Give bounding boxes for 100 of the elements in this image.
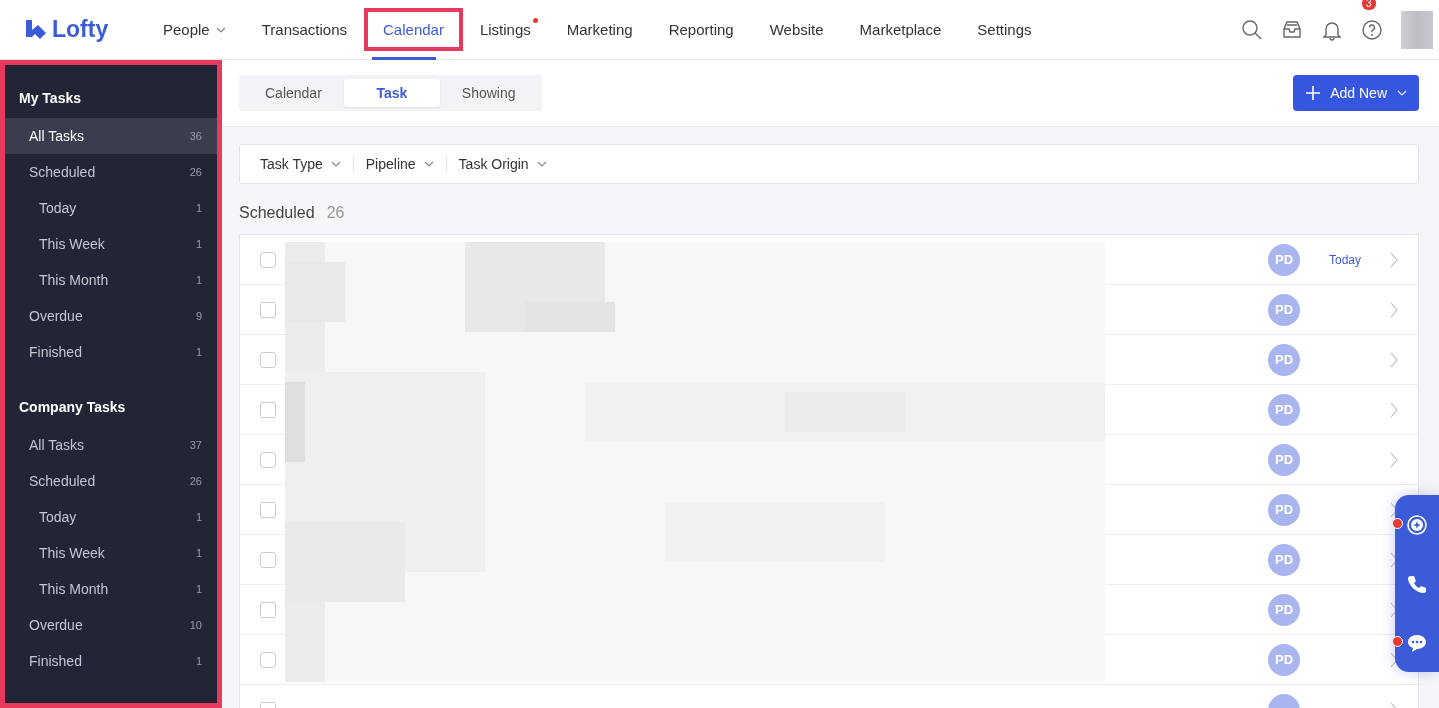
checkbox[interactable]	[260, 651, 276, 668]
notification-dot	[1392, 636, 1403, 647]
sidebar-item[interactable]: Finished 1	[5, 643, 217, 679]
assignee-avatar: PD	[1268, 293, 1300, 326]
section-heading: My Tasks	[18, 89, 82, 108]
item-label: Finished	[29, 653, 82, 669]
sidebar-item[interactable]: All Tasks 37	[5, 427, 217, 463]
item-count: 9	[195, 310, 202, 322]
item-count: 1	[195, 346, 202, 358]
assignee-avatar: PD	[1268, 243, 1300, 276]
view-tab[interactable]: Task	[343, 79, 440, 107]
checkbox[interactable]	[260, 401, 276, 418]
filter-dropdown[interactable]: Task Type	[248, 156, 353, 172]
sidebar-item[interactable]: Overdue 10	[5, 607, 217, 643]
item-count: 1	[195, 238, 202, 250]
sidebar-item[interactable]: This Week 1	[5, 226, 217, 262]
checkbox[interactable]	[260, 551, 276, 568]
nav-item[interactable]: Calendar	[364, 8, 463, 51]
checkbox[interactable]	[260, 451, 276, 468]
sidebar-item[interactable]: Overdue 9	[5, 298, 217, 334]
sidebar-item[interactable]: All Tasks 36	[5, 118, 217, 154]
chevron-icon	[1397, 90, 1407, 96]
chevron-right-icon[interactable]	[1390, 651, 1398, 668]
item-label: Today	[39, 509, 77, 525]
item-label: Overdue	[29, 617, 83, 633]
help-icon[interactable]	[1361, 18, 1383, 41]
logo-text: Lofty	[52, 16, 109, 43]
item-label: Scheduled	[29, 164, 96, 180]
sidebar-item[interactable]: Scheduled 26	[5, 154, 217, 190]
chevron-right-icon[interactable]	[1390, 551, 1398, 568]
assignee-avatar: PD	[1268, 593, 1300, 626]
section-title: Scheduled	[239, 204, 315, 222]
item-count: 1	[195, 511, 202, 523]
checkbox[interactable]	[260, 601, 276, 618]
chevron-icon	[536, 161, 547, 167]
inbox-icon[interactable]	[1281, 18, 1303, 41]
logo-icon	[24, 17, 48, 42]
item-label: Overdue	[29, 308, 83, 324]
avatar[interactable]	[1401, 10, 1433, 49]
item-count: 26	[189, 475, 202, 487]
item-label: This Month	[39, 272, 109, 288]
chevron-right-icon[interactable]	[1390, 501, 1398, 518]
chevron-icon	[330, 161, 341, 167]
sidebar-item[interactable]: This Month 1	[5, 262, 217, 298]
item-count: 1	[195, 274, 202, 286]
checkbox[interactable]	[260, 351, 276, 368]
due-date: Today	[1329, 252, 1361, 267]
item-count: 1	[195, 583, 202, 595]
item-count: 10	[189, 619, 202, 631]
item-label: This Month	[39, 581, 109, 597]
chevron-icon	[423, 161, 434, 167]
nav-item[interactable]: Website	[750, 8, 843, 51]
item-count: 26	[189, 166, 202, 178]
chevron-right-icon[interactable]	[1390, 601, 1398, 618]
sidebar-item[interactable]: This Week 1	[5, 535, 217, 571]
view-tab[interactable]: Calendar	[243, 79, 344, 107]
sidebar-item[interactable]: This Month 1	[5, 571, 217, 607]
item-label: Finished	[29, 344, 82, 360]
item-label: This Week	[39, 236, 105, 252]
item-count: 1	[195, 202, 202, 214]
nav-item[interactable]: Listings	[460, 8, 550, 51]
plus-icon	[1306, 86, 1321, 100]
nav-item[interactable]: People	[144, 8, 245, 51]
filter-dropdown[interactable]: Pipeline	[352, 156, 446, 172]
assignee-avatar: PD	[1268, 393, 1300, 426]
item-label: All Tasks	[29, 128, 84, 144]
nav-item[interactable]: Marketing	[547, 8, 652, 51]
item-count: 37	[189, 439, 202, 451]
sidebar-item[interactable]: Today 1	[5, 499, 217, 535]
item-label: This Week	[39, 545, 105, 561]
section-count: 26	[326, 204, 345, 222]
item-label: Scheduled	[29, 473, 96, 489]
checkbox[interactable]	[260, 301, 276, 318]
sparkle-icon[interactable]	[1406, 513, 1428, 536]
view-tab[interactable]: Showing	[439, 79, 538, 107]
active-tab-indicator	[372, 57, 436, 60]
assignee-avatar: PD	[1268, 343, 1300, 376]
item-count: 1	[195, 655, 202, 667]
nav-item[interactable]: Transactions	[242, 8, 367, 51]
add-new-button[interactable]: Add New	[1293, 75, 1419, 111]
item-label: All Tasks	[29, 437, 84, 453]
assignee-avatar: PD	[1268, 543, 1300, 576]
sidebar-item[interactable]: Today 1	[5, 190, 217, 226]
nav-item[interactable]: Settings	[958, 8, 1051, 51]
checkbox[interactable]	[260, 501, 276, 518]
item-label: Today	[39, 200, 77, 216]
notification-dot	[1392, 518, 1403, 529]
nav-item[interactable]: Marketplace	[840, 8, 961, 51]
item-count: 1	[195, 547, 202, 559]
sidebar-item[interactable]: Scheduled 26	[5, 463, 217, 499]
assignee-avatar: PD	[1268, 443, 1300, 476]
checkbox[interactable]	[260, 251, 276, 268]
search-icon[interactable]	[1241, 18, 1263, 41]
chevron-icon	[215, 26, 226, 33]
filter-dropdown[interactable]: Task Origin	[445, 156, 559, 172]
assignee-avatar: PD	[1268, 493, 1300, 526]
sidebar-item[interactable]: Finished 1	[5, 334, 217, 370]
assignee-avatar: PD	[1268, 643, 1300, 676]
nav-item[interactable]: Reporting	[649, 8, 753, 51]
notification-badge: 3	[1362, 0, 1376, 10]
